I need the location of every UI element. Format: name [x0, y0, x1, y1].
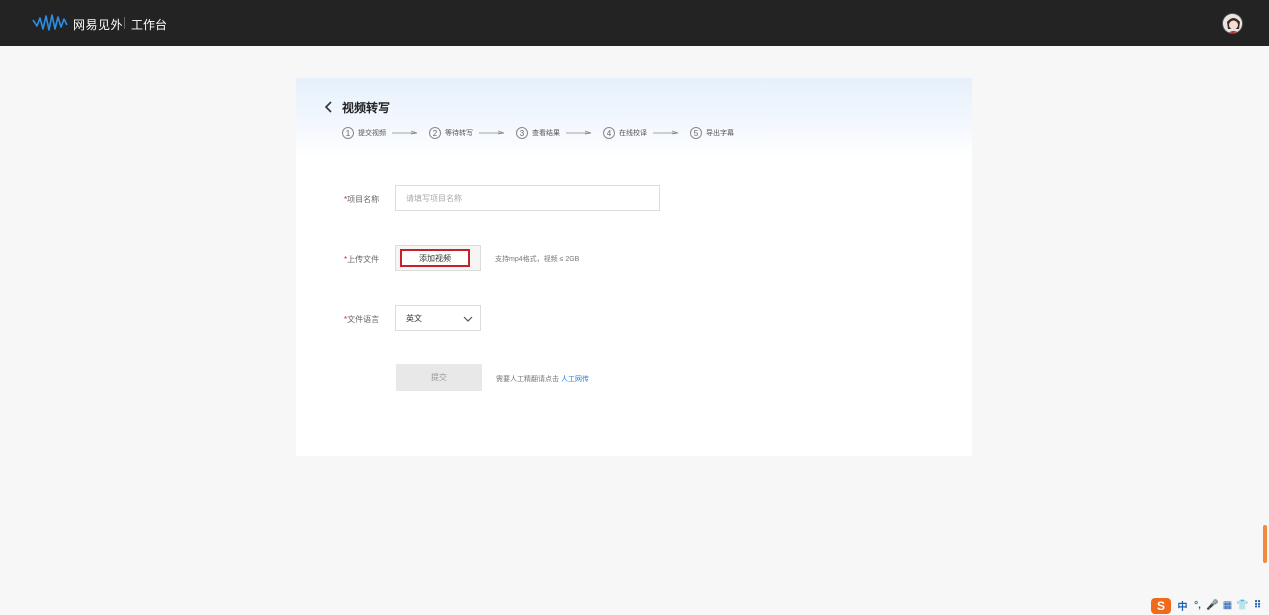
- chevron-down-icon: [463, 316, 473, 322]
- scrollbar-thumb[interactable]: [1263, 525, 1267, 563]
- brand-name[interactable]: 网易见外: [73, 16, 123, 33]
- wave-logo-icon[interactable]: [32, 14, 70, 32]
- step-label: 等待转写: [445, 130, 473, 137]
- step-label: 在线校译: [619, 130, 647, 137]
- top-navigation-bar: 网易见外 工作台: [0, 0, 1269, 46]
- progress-steps: 1 提交视频 2 等待转写 3 查看结果 4 在线校译 5 导出字幕: [342, 126, 734, 140]
- ime-menu-icon[interactable]: ⠿: [1250, 600, 1265, 611]
- ime-chinese-mode-icon[interactable]: 中: [1175, 598, 1190, 613]
- step-view-result: 3 查看结果: [516, 127, 603, 139]
- arrow-right-icon: [566, 130, 592, 135]
- ime-microphone-icon[interactable]: 🎤: [1205, 600, 1220, 611]
- step-number: 3: [516, 127, 528, 139]
- manual-translation-hint: 需要人工精翻请点击 人工网传: [496, 374, 589, 384]
- upload-file-label-text: 上传文件: [347, 255, 380, 264]
- language-selected-value: 英文: [406, 314, 422, 323]
- step-submit-video: 1 提交视频: [342, 127, 429, 139]
- step-number: 2: [429, 127, 441, 139]
- manual-hint-text: 需要人工精翻请点击: [496, 376, 559, 383]
- sogou-ime-logo-icon[interactable]: S: [1151, 597, 1171, 614]
- brand-divider: [124, 17, 125, 29]
- upload-area[interactable]: 添加视频: [395, 245, 481, 271]
- arrow-right-icon: [392, 130, 418, 135]
- manual-translation-link[interactable]: 人工网传: [561, 376, 589, 383]
- ime-toolbar[interactable]: S 中 °, 🎤 ▦ 👕 ⠿: [1151, 596, 1269, 615]
- ime-keyboard-icon[interactable]: ▦: [1220, 600, 1235, 611]
- file-language-label-text: 文件语言: [347, 315, 380, 324]
- step-number: 4: [603, 127, 615, 139]
- page-title: 视频转写: [342, 101, 391, 115]
- file-language-label: *文件语言: [344, 314, 379, 325]
- step-label: 提交视频: [358, 130, 386, 137]
- project-name-label-text: 项目名称: [347, 195, 380, 204]
- step-wait-transcribe: 2 等待转写: [429, 127, 516, 139]
- add-video-button[interactable]: 添加视频: [400, 249, 470, 267]
- language-select[interactable]: 英文: [395, 305, 481, 331]
- chevron-left-icon[interactable]: [323, 100, 335, 114]
- arrow-right-icon: [653, 130, 679, 135]
- ime-punctuation-icon[interactable]: °,: [1190, 600, 1205, 611]
- workspace-label[interactable]: 工作台: [131, 16, 167, 33]
- user-avatar-icon[interactable]: [1222, 13, 1243, 34]
- step-export-subtitles: 5 导出字幕: [690, 127, 734, 139]
- step-label: 导出字幕: [706, 130, 734, 137]
- project-name-input[interactable]: [395, 185, 660, 211]
- card-header: 视频转写 1 提交视频 2 等待转写 3 查看结果 4 在线校译 5 导出字幕: [296, 78, 972, 158]
- project-name-label: *项目名称: [344, 194, 379, 205]
- step-online-proofread: 4 在线校译: [603, 127, 690, 139]
- step-label: 查看结果: [532, 130, 560, 137]
- submit-button[interactable]: 提交: [396, 364, 482, 391]
- step-number: 1: [342, 127, 354, 139]
- video-transcription-card: 视频转写 1 提交视频 2 等待转写 3 查看结果 4 在线校译 5 导出字幕 …: [296, 78, 972, 456]
- step-number: 5: [690, 127, 702, 139]
- upload-hint: 支持mp4格式，视频 ≤ 2GB: [495, 256, 580, 263]
- arrow-right-icon: [479, 130, 505, 135]
- upload-file-label: *上传文件: [344, 254, 379, 265]
- ime-skin-icon[interactable]: 👕: [1235, 600, 1250, 611]
